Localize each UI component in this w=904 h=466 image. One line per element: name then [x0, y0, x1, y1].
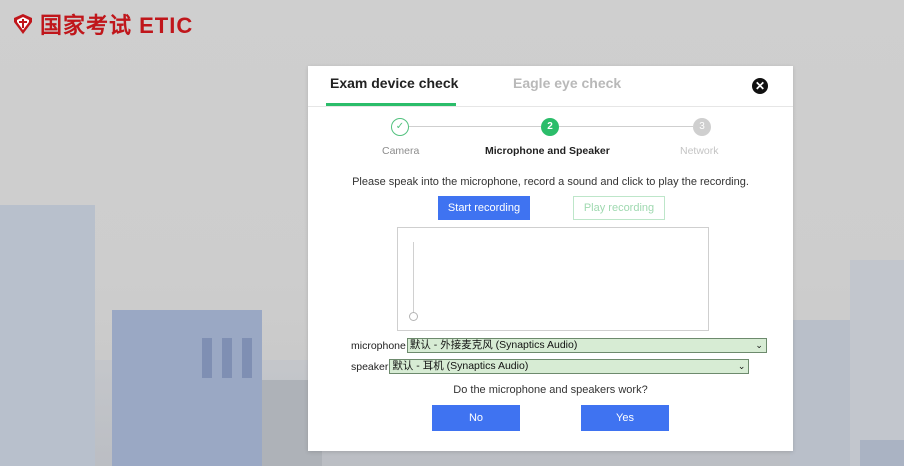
audio-level-panel — [397, 227, 709, 331]
logo-emblem-icon — [14, 14, 32, 34]
step-label-camera: Camera — [382, 145, 420, 157]
building — [112, 310, 262, 466]
level-indicator — [409, 312, 418, 321]
building — [0, 205, 95, 466]
active-tab-indicator — [326, 103, 456, 106]
tab-eagle-eye-check[interactable]: Eagle eye check — [513, 75, 621, 91]
speaker-row: speaker 默认 - 耳机 (Synaptics Audio) ⌄ — [351, 359, 750, 374]
step-label-microphone: Microphone and Speaker — [485, 145, 610, 157]
microphone-value: 默认 - 外接麦克风 (Synaptics Audio) — [409, 339, 578, 351]
logo: 国家考试 ETIC — [12, 8, 193, 40]
step-3-badge: 3 — [693, 118, 711, 136]
close-icon[interactable]: ✕ — [752, 78, 768, 94]
confirmation-question: Do the microphone and speakers work? — [453, 384, 648, 396]
step-connector — [559, 126, 693, 127]
chevron-down-icon: ⌄ — [755, 340, 763, 350]
chevron-down-icon: ⌄ — [737, 361, 746, 371]
tab-exam-device-check[interactable]: Exam device check — [330, 75, 458, 91]
level-track — [413, 242, 414, 314]
instruction-text: Please speak into the microphone, record… — [352, 176, 749, 188]
building — [860, 440, 904, 466]
play-recording-button[interactable]: Play recording — [573, 196, 665, 220]
no-button[interactable]: No — [432, 405, 520, 431]
microphone-select[interactable]: 默认 - 外接麦克风 (Synaptics Audio) ⌄ — [406, 338, 767, 353]
yes-button[interactable]: Yes — [581, 405, 669, 431]
start-recording-button[interactable]: Start recording — [438, 196, 530, 220]
tab-bar: Exam device check Eagle eye check ✕ — [308, 66, 793, 107]
check-icon: ✓ — [391, 118, 409, 136]
logo-text: 国家考试 ETIC — [40, 13, 194, 38]
speaker-select[interactable]: 默认 - 耳机 (Synaptics Audio) ⌄ — [389, 359, 750, 374]
step-label-network: Network — [680, 145, 719, 157]
speaker-label: speaker — [351, 360, 389, 373]
device-check-dialog: Exam device check Eagle eye check ✕ ✓ 2 … — [308, 66, 793, 451]
building — [850, 260, 904, 466]
microphone-row: microphone 默认 - 外接麦克风 (Synaptics Audio) … — [351, 338, 767, 353]
microphone-label: microphone — [351, 339, 406, 352]
building — [790, 320, 850, 466]
step-2-badge: 2 — [541, 118, 559, 136]
step-connector — [409, 126, 541, 127]
speaker-value: 默认 - 耳机 (Synaptics Audio) — [392, 360, 529, 372]
